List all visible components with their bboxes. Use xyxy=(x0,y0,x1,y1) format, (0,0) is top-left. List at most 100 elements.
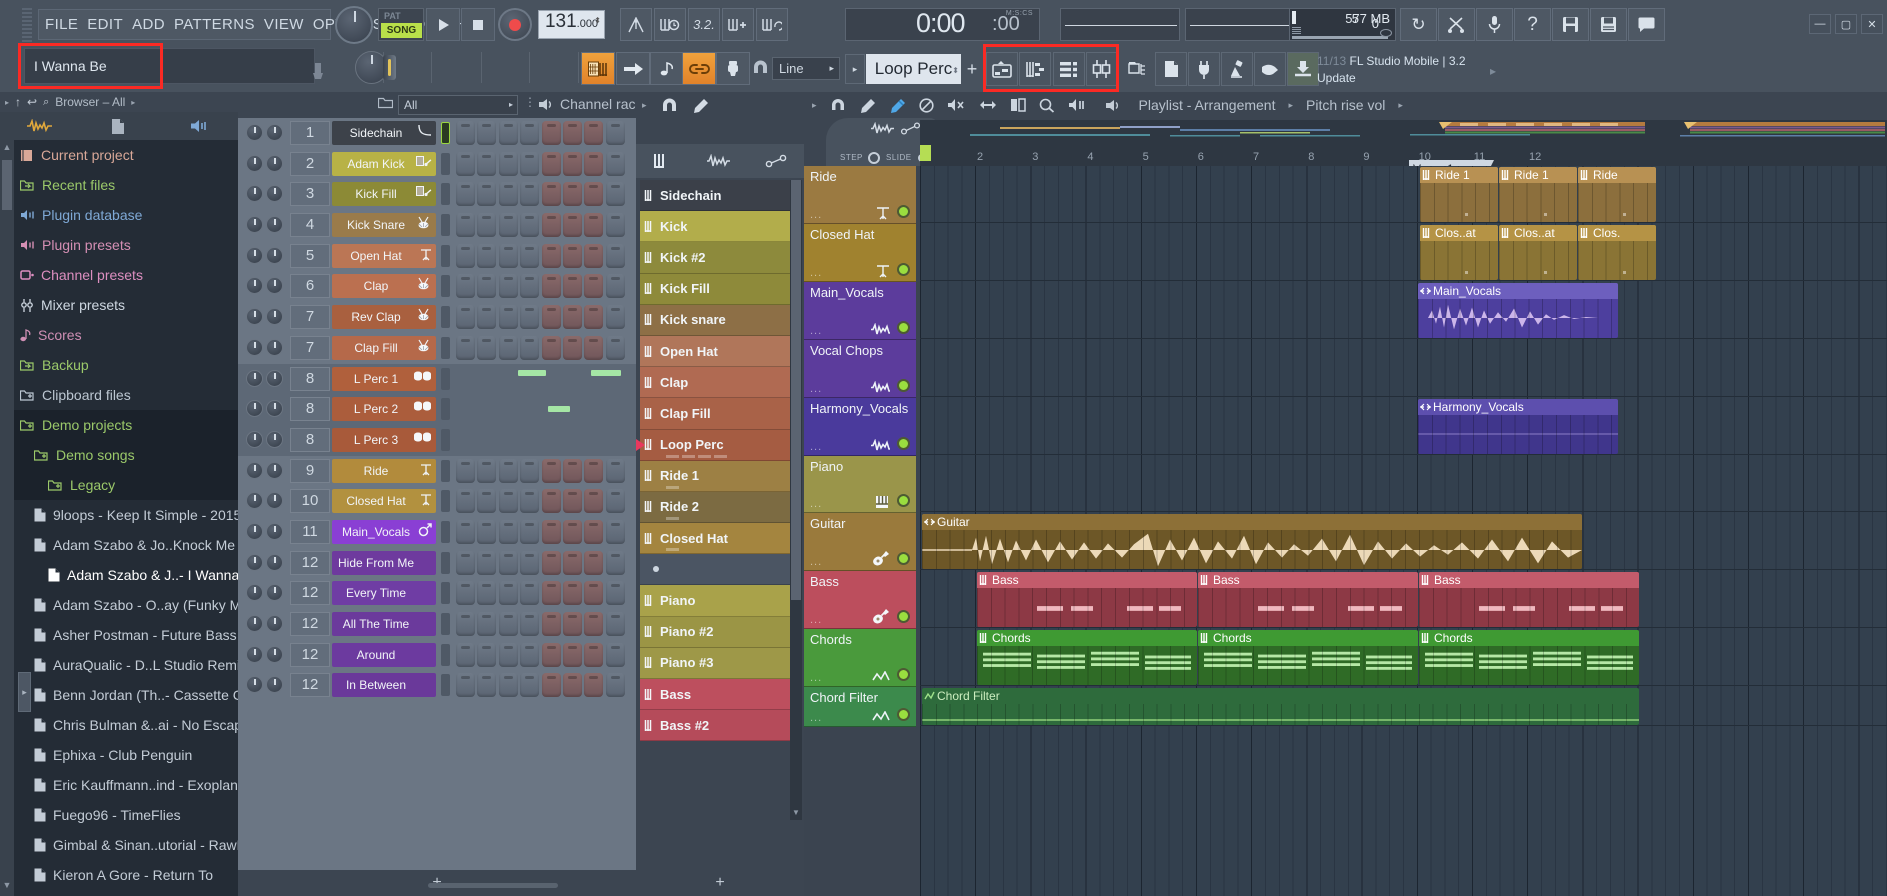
playlist-track-header[interactable]: Chords... xyxy=(804,629,916,687)
step-sequencer[interactable] xyxy=(456,643,625,667)
step-button[interactable] xyxy=(456,581,475,605)
channel-number[interactable]: 12 xyxy=(290,612,330,636)
step-button[interactable] xyxy=(563,274,582,298)
master-volume-knob[interactable] xyxy=(335,6,373,44)
step-button[interactable] xyxy=(520,152,539,176)
browser-item[interactable]: Plugin presets xyxy=(14,230,238,260)
track-enable-led[interactable] xyxy=(897,552,910,565)
step-button[interactable] xyxy=(563,152,582,176)
window-controls[interactable]: — ▢ ✕ xyxy=(1809,14,1883,34)
browser-item[interactable]: Adam Szabo & Jo..Knock Me Out xyxy=(14,530,238,560)
pattern-list-item[interactable]: Sidechain xyxy=(640,180,790,211)
browser-scroll-up[interactable]: ▲ xyxy=(1,142,13,156)
step-button[interactable] xyxy=(584,520,603,544)
playlist-clip[interactable]: Ride xyxy=(1578,167,1656,222)
microphone-icon[interactable] xyxy=(1476,8,1513,41)
channel-pan-knob[interactable] xyxy=(246,676,263,693)
pattern-list-item[interactable]: Kick #2 xyxy=(640,242,790,273)
step-button[interactable] xyxy=(606,213,625,237)
select-icon[interactable] xyxy=(1010,98,1026,112)
browser-scrollbar[interactable]: ▲ ▼ xyxy=(0,140,14,896)
step-button[interactable] xyxy=(584,274,603,298)
menu-item-patterns[interactable]: PATTERNS xyxy=(174,16,255,33)
step-button[interactable] xyxy=(584,581,603,605)
channel-name-button[interactable]: In Between xyxy=(332,673,436,697)
channel-number[interactable]: 12 xyxy=(290,581,330,605)
channel-number[interactable]: 1 xyxy=(290,121,330,145)
step-button[interactable] xyxy=(477,489,496,513)
pattern-list-item[interactable]: Closed Hat xyxy=(640,523,790,554)
channel-name-button[interactable]: Sidechain xyxy=(332,121,436,145)
main-menu-bar[interactable]: FILE EDIT ADD PATTERNS VIEW OPTIONS TOOL… xyxy=(38,9,331,40)
browser-scroll-down[interactable]: ▼ xyxy=(1,880,13,894)
link-icon[interactable] xyxy=(682,52,716,85)
step-button[interactable] xyxy=(584,336,603,360)
channel-volume-knob[interactable] xyxy=(266,155,283,172)
step-button[interactable] xyxy=(563,673,582,697)
step-button[interactable] xyxy=(563,244,582,268)
playlist-track-header[interactable]: Piano... xyxy=(804,456,916,513)
step-button[interactable] xyxy=(456,152,475,176)
browser-menu-icon[interactable]: ▸ xyxy=(5,98,9,107)
browser-item[interactable]: Demo projects xyxy=(14,410,238,440)
waveform-icon[interactable] xyxy=(706,154,730,168)
paint-icon[interactable] xyxy=(889,98,906,113)
step-button[interactable] xyxy=(584,673,603,697)
browser-item[interactable]: Ephixa - Club Penguin xyxy=(14,740,238,770)
channel-led[interactable] xyxy=(441,183,450,205)
channel-row[interactable]: 12Around xyxy=(238,640,636,671)
step-button[interactable] xyxy=(499,213,518,237)
playlist-clip[interactable]: Bass xyxy=(1198,572,1418,627)
browser-item[interactable]: Fuego96 - TimeFlies xyxy=(14,800,238,830)
pattern-list-item[interactable]: Piano #3 xyxy=(640,648,790,679)
channel-led[interactable] xyxy=(441,429,450,451)
step-button[interactable] xyxy=(477,244,496,268)
slide-note-icon[interactable] xyxy=(650,52,684,85)
step-button[interactable] xyxy=(520,520,539,544)
step-sequencer[interactable] xyxy=(456,274,625,298)
step-sequencer[interactable] xyxy=(456,244,625,268)
help-icon[interactable]: ? xyxy=(1514,8,1551,41)
channel-led[interactable] xyxy=(441,582,450,604)
channel-pan-knob[interactable] xyxy=(246,124,263,141)
browser-item[interactable]: Adam Szabo & J..- I Wanna Be xyxy=(14,560,238,590)
channel-name-button[interactable]: L Perc 1 xyxy=(332,367,436,391)
pattern-list-item[interactable]: Kick snare xyxy=(640,305,790,336)
project-pin-icon[interactable] xyxy=(312,62,324,80)
step-button[interactable] xyxy=(542,459,561,483)
browser-item[interactable]: Backup xyxy=(14,350,238,380)
step-button[interactable] xyxy=(499,673,518,697)
channel-volume-knob[interactable] xyxy=(266,370,283,387)
step-button[interactable] xyxy=(499,152,518,176)
channel-name-button[interactable]: Main_Vocals xyxy=(332,520,436,544)
step-sequencer[interactable] xyxy=(456,489,625,513)
step-button[interactable] xyxy=(477,612,496,636)
channel-row[interactable]: 11Main_Vocals xyxy=(238,517,636,548)
channel-name-button[interactable]: Kick Snare xyxy=(332,213,436,237)
playlist-track-header[interactable]: Harmony_Vocals... xyxy=(804,398,916,456)
channel-volume-knob[interactable] xyxy=(266,584,283,601)
browser-item[interactable]: AuraQualic - D..L Studio Remix) xyxy=(14,650,238,680)
track-options-dots[interactable]: ... xyxy=(810,209,822,221)
channel-pan-knob[interactable] xyxy=(246,155,263,172)
channel-name-button[interactable]: Rev Clap xyxy=(332,305,436,329)
record-button[interactable] xyxy=(498,8,532,41)
refresh-icon[interactable]: ↻ xyxy=(1400,8,1437,41)
step-button[interactable] xyxy=(542,489,561,513)
step-button[interactable] xyxy=(477,336,496,360)
pattern-picker-menu-icon[interactable]: ▸ xyxy=(642,100,647,111)
step-button[interactable] xyxy=(542,152,561,176)
channel-pan-knob[interactable] xyxy=(246,370,263,387)
step-button[interactable] xyxy=(563,643,582,667)
step-button[interactable] xyxy=(477,305,496,329)
step-button[interactable] xyxy=(606,244,625,268)
playlist-clip[interactable]: Harmony_Vocals xyxy=(1418,399,1618,454)
step-button[interactable] xyxy=(520,459,539,483)
step-button[interactable] xyxy=(584,244,603,268)
step-button[interactable] xyxy=(563,336,582,360)
track-enable-led[interactable] xyxy=(897,263,910,276)
piano-roll-preview[interactable] xyxy=(456,366,632,392)
step-button[interactable] xyxy=(456,520,475,544)
pattern-list-item[interactable]: Bass xyxy=(640,679,790,710)
step-sequencer[interactable] xyxy=(456,520,625,544)
